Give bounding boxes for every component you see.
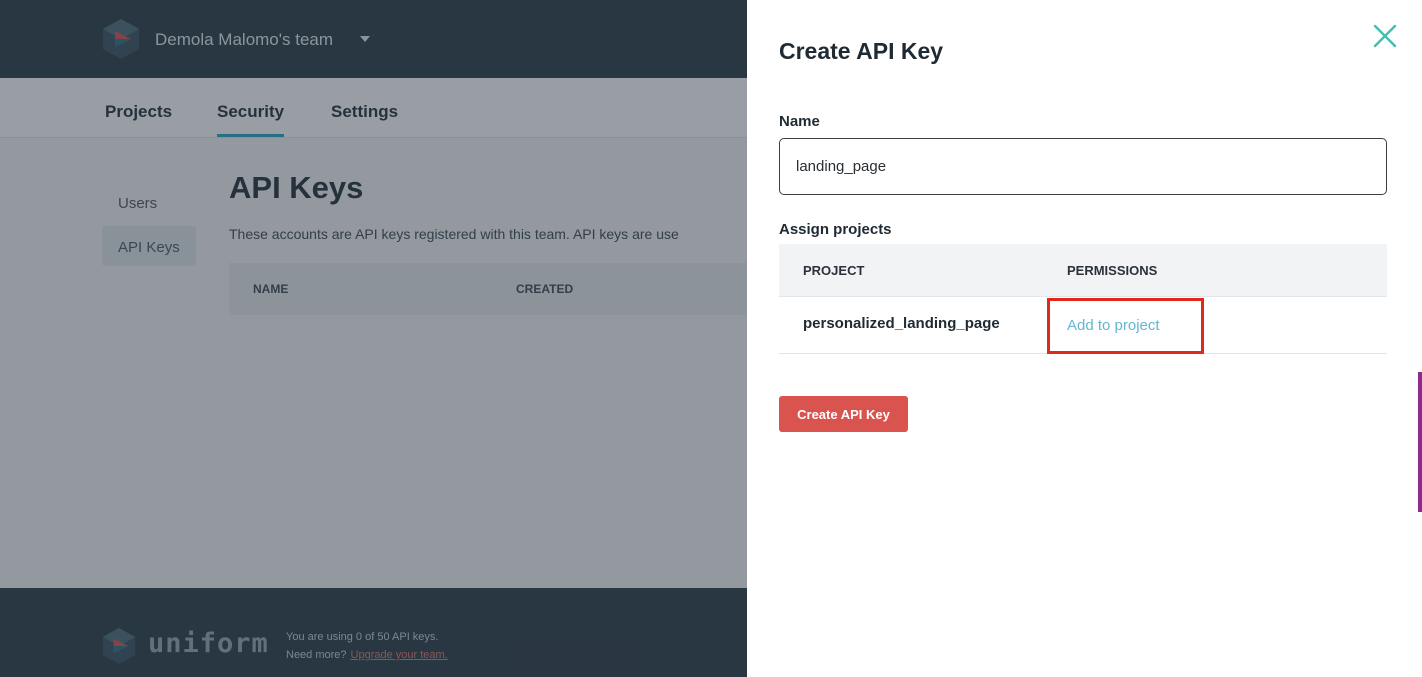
close-icon[interactable] (1371, 22, 1399, 50)
column-header-project: PROJECT (803, 263, 865, 278)
name-input[interactable] (779, 138, 1387, 195)
project-name: personalized_landing_page (803, 315, 1000, 332)
window-edge-strip (1418, 372, 1422, 512)
projects-table-header: PROJECT PERMISSIONS (779, 244, 1387, 297)
modal-overlay[interactable] (0, 0, 747, 677)
create-api-key-drawer: Create API Key Name Assign projects PROJ… (747, 0, 1422, 677)
assign-projects-label: Assign projects (779, 221, 892, 238)
column-header-permissions: PERMISSIONS (1067, 263, 1158, 278)
create-api-key-button[interactable]: Create API Key (779, 396, 908, 432)
background-app: Demola Malomo's team Projects Security S… (0, 0, 747, 677)
table-row: personalized_landing_page Add to project (779, 297, 1387, 354)
assign-projects-table: PROJECT PERMISSIONS personalized_landing… (779, 244, 1387, 354)
add-to-project-link[interactable]: Add to project (1047, 298, 1204, 354)
drawer-title: Create API Key (779, 38, 944, 64)
name-label: Name (779, 113, 820, 130)
